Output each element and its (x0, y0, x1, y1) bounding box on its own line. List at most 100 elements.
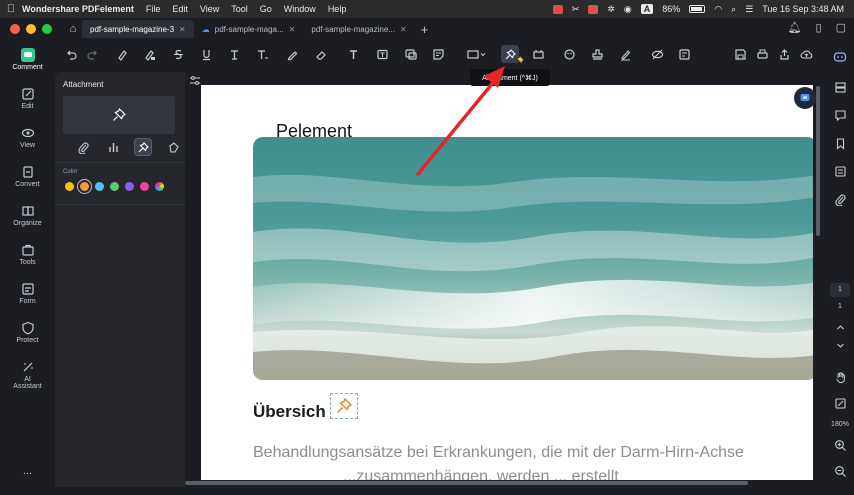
color-swatch-blue[interactable] (95, 182, 104, 191)
horizontal-scrollbar[interactable] (185, 481, 748, 485)
ai-floating-button[interactable] (794, 87, 816, 109)
zoom-in-button[interactable] (831, 436, 849, 454)
battery-icon[interactable] (689, 5, 706, 13)
home-icon[interactable]: ⌂ (64, 23, 82, 35)
print-button[interactable] (753, 45, 771, 63)
bookmarks-button[interactable] (831, 134, 849, 152)
measure-button[interactable] (529, 45, 547, 63)
app-name[interactable]: Wondershare PDFelement (22, 4, 134, 14)
close-window-button[interactable] (10, 24, 20, 34)
stamp-button[interactable] (588, 45, 606, 63)
sticker-button[interactable] (560, 45, 578, 63)
tablet-icon[interactable]: ▯ (816, 21, 822, 34)
tab-close-icon[interactable]: ✕ (179, 25, 186, 34)
scissors-icon[interactable]: ✂ (572, 4, 580, 15)
wifi-icon[interactable]: ◠ (714, 4, 722, 15)
menu-tool[interactable]: Tool (231, 4, 248, 14)
graph-option[interactable] (105, 139, 121, 155)
save-button[interactable] (731, 45, 749, 63)
account-avatar-icon[interactable]: ▢ (836, 21, 846, 34)
zoom-level[interactable]: 180% (830, 421, 850, 428)
redo-button[interactable] (83, 45, 101, 63)
undo-button[interactable] (62, 45, 80, 63)
status-red-badge-icon[interactable] (588, 4, 599, 14)
attachment-annotation[interactable] (330, 393, 358, 419)
tab-document-1[interactable]: pdf-sample-magazine-3 ✕ (82, 20, 194, 38)
tab-close-icon[interactable]: ✕ (400, 25, 407, 34)
scroll-up-button[interactable] (831, 318, 849, 336)
comment-list-button[interactable] (675, 45, 693, 63)
nav-edit[interactable]: Edit (0, 87, 55, 110)
pencil-button[interactable] (283, 45, 301, 63)
apple-logo-icon[interactable]:  (0, 3, 22, 15)
nav-more[interactable]: ... (0, 465, 55, 477)
sticky-note-button[interactable] (429, 45, 447, 63)
tag-option[interactable] (165, 139, 181, 155)
color-swatch-yellow[interactable] (65, 182, 74, 191)
gear-status-icon[interactable]: ✲ (607, 4, 615, 15)
nav-comment[interactable]: Comment (0, 48, 55, 71)
menu-file[interactable]: File (146, 4, 161, 14)
ocean-waves-photo[interactable] (253, 137, 813, 380)
area-highlight-button[interactable] (140, 45, 158, 63)
menu-window[interactable]: Window (284, 4, 316, 14)
notification-bell-icon[interactable]: 🔔︎ (788, 21, 802, 34)
thumbnails-button[interactable] (831, 162, 849, 180)
tab-document-3[interactable]: pdf-sample-magazine... ✕ (303, 20, 414, 38)
menu-edit[interactable]: Edit (172, 4, 188, 14)
minimize-window-button[interactable] (26, 24, 36, 34)
underline-button[interactable] (197, 45, 215, 63)
color-swatch-purple[interactable] (125, 182, 134, 191)
cloud-upload-button[interactable] (797, 45, 815, 63)
paperclip-option[interactable] (75, 139, 91, 155)
tab-document-2[interactable]: ☁ pdf-sample-maga... ✕ (194, 20, 304, 38)
current-page-indicator[interactable]: 1 (830, 283, 850, 297)
pdf-page[interactable]: Pelement Übersich Behandlungsansätze bei… (201, 85, 813, 480)
nav-tools[interactable]: Tools (0, 243, 55, 266)
color-swatch-orange[interactable] (77, 179, 92, 194)
text-box-button[interactable] (225, 45, 243, 63)
comments-panel-button[interactable] (831, 106, 849, 124)
status-icon-red[interactable] (552, 4, 563, 14)
hand-tool-button[interactable] (831, 368, 849, 386)
fit-page-button[interactable] (831, 394, 849, 412)
nav-organize[interactable]: Organize (0, 204, 55, 227)
nav-protect[interactable]: Protect (0, 321, 55, 344)
nav-convert[interactable]: Convert (0, 165, 55, 188)
input-source-badge[interactable]: A (640, 4, 654, 14)
menu-go[interactable]: Go (260, 4, 272, 14)
properties-button[interactable] (831, 78, 849, 96)
menu-view[interactable]: View (200, 4, 219, 14)
zoom-out-button[interactable] (831, 462, 849, 480)
color-swatch-pink[interactable] (140, 182, 149, 191)
highlight-button[interactable] (112, 45, 130, 63)
attachments-panel-button[interactable] (831, 190, 849, 208)
control-icon[interactable]: ◉ (624, 4, 632, 15)
shape-button[interactable] (464, 45, 490, 63)
nav-view[interactable]: View (0, 126, 55, 149)
share-button[interactable] (775, 45, 793, 63)
callout-button[interactable] (401, 45, 419, 63)
search-icon[interactable]: ⌕ (731, 4, 736, 15)
pushpin-option[interactable] (134, 138, 152, 156)
color-picker-rainbow[interactable] (155, 182, 164, 191)
control-center-icon[interactable]: ☰ (745, 4, 753, 15)
new-tab-button[interactable]: + (421, 22, 429, 37)
text-comment-button[interactable] (253, 45, 271, 63)
signature-button[interactable] (616, 45, 634, 63)
clock-datetime[interactable]: Tue 16 Sep 3:48 AM (762, 4, 844, 14)
nav-ai-assistant[interactable]: AI Assistant (0, 360, 55, 390)
tab-close-icon[interactable]: ✕ (289, 25, 296, 34)
color-swatch-green[interactable] (110, 182, 119, 191)
zoom-window-button[interactable] (42, 24, 52, 34)
nav-form[interactable]: Form (0, 282, 55, 305)
textbox-frame-button[interactable] (373, 45, 391, 63)
scroll-down-button[interactable] (831, 336, 849, 354)
typewriter-button[interactable] (344, 45, 362, 63)
eraser-button[interactable] (312, 45, 330, 63)
menu-help[interactable]: Help (328, 4, 347, 14)
ai-sidebar-button[interactable] (831, 48, 849, 66)
strikethrough-button[interactable] (169, 45, 187, 63)
hide-comments-button[interactable] (648, 45, 666, 63)
vertical-scrollbar[interactable] (816, 86, 820, 236)
